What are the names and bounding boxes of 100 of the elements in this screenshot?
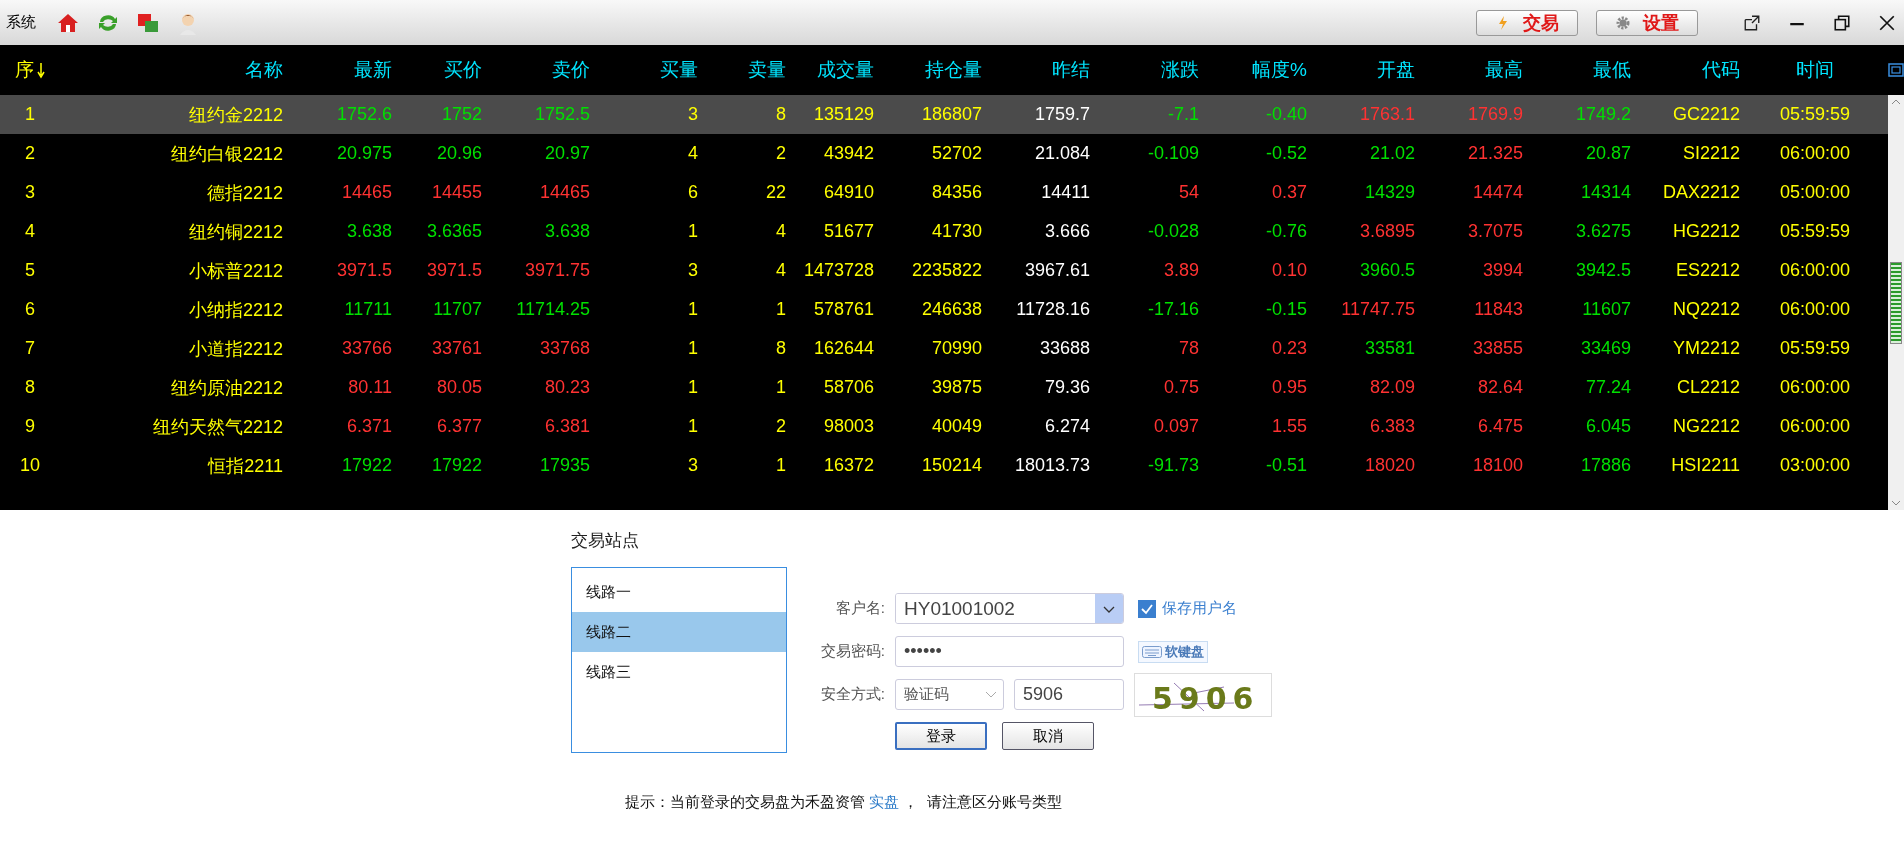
scroll-down-icon[interactable] [1891,500,1901,506]
table-cell: 0.95 [1271,377,1307,397]
table-cell: 1 [688,377,698,397]
quote-row[interactable]: 5 小标普2212 3971.5 3971.5 3971.75 3 4 1473728 2235822 3967.61 3.89 0.10 3960.5 3994 3942.5 ES2212 06:00:00 [0,251,1888,290]
table-cell: -0.40 [1265,104,1307,124]
route-item[interactable]: 线路二 [572,612,786,652]
table-cell: 3.7075 [1467,221,1523,241]
column-header[interactable]: 幅度% [1252,57,1307,83]
table-cell: 05:59:59 [1779,221,1851,241]
table-cell: 17922 [341,455,392,475]
column-header[interactable]: 涨跌 [1161,57,1199,83]
table-cell: 1 [688,338,698,358]
table-cell: 3971.75 [524,260,590,280]
table-cell: 20.96 [436,143,482,163]
trade-button[interactable]: 交易 [1476,9,1578,36]
table-cell: 1759.7 [1034,104,1090,124]
scroll-up-icon[interactable] [1891,99,1901,105]
table-cell: 11707 [433,299,482,319]
checkbox-label[interactable]: 保存用户名 [1162,599,1237,618]
column-header[interactable]: 序 [15,57,34,83]
table-cell: 05:59:59 [1779,104,1851,124]
close-icon[interactable] [1878,13,1896,32]
scrollbar[interactable] [1888,95,1904,510]
customer-name-field[interactable]: HY01001002 [895,593,1124,624]
scrollbar-thumb[interactable] [1890,261,1902,344]
table-cell: 1 [776,455,786,475]
column-header[interactable]: 最高 [1485,57,1523,83]
quote-row[interactable]: 4 纽约铜2212 3.638 3.6365 3.638 1 4 51677 41730 3.666 -0.028 -0.76 3.6895 3.7075 3.6275 HG2212 05:59:59 [0,212,1888,251]
table-cell: -0.15 [1265,299,1307,319]
table-cell: 德指2212 [206,182,283,203]
route-item[interactable]: 线路三 [572,652,786,692]
table-cell: 33688 [1039,338,1090,358]
table-cell: 162644 [813,338,874,358]
table-cell: 11711 [344,299,392,319]
table-cell: 2 [25,143,35,163]
column-settings-icon[interactable] [1888,63,1904,77]
table-cell: 14465 [539,182,590,202]
column-header[interactable]: 卖价 [552,57,590,83]
table-cell: 1473728 [803,260,874,280]
table-cell: 1 [776,299,786,319]
system-menu[interactable]: 系统 [6,13,36,32]
table-cell: 1749.2 [1575,104,1631,124]
restore-icon[interactable] [1833,13,1851,32]
column-header[interactable]: 买价 [444,57,482,83]
settings-button[interactable]: 设置 [1596,9,1698,36]
checkbox[interactable] [1138,599,1156,618]
quote-row[interactable]: 10 恒指2211 17922 17922 17935 3 1 16372 150214 18013.73 -91.73 -0.51 18020 18100 17886 HSI2211 03:00:00 [0,446,1888,485]
table-cell: 纽约白银2212 [170,143,283,164]
account-type-link[interactable]: 实盘 [869,793,900,810]
table-cell: 3.638 [346,221,392,241]
section-title: 交易站点 [571,530,640,552]
quote-row[interactable]: 9 纽约天然气2212 6.371 6.377 6.381 1 2 98003 40049 6.274 0.097 1.55 6.383 6.475 6.045 NG2212 06:00:00 [0,407,1888,446]
column-header[interactable]: 最新 [354,57,392,83]
popout-icon[interactable] [1743,13,1761,32]
captcha-image[interactable]: 5906 [1134,672,1272,717]
table-cell: 98003 [823,416,874,436]
table-cell: 3994 [1482,260,1523,280]
login-button[interactable]: 登录 [895,722,987,750]
table-cell: 1763.1 [1359,104,1415,124]
quote-row[interactable]: 3 德指2212 14465 14455 14465 6 22 64910 84356 14411 54 0.37 14329 14474 14314 DAX2212 05:00:00 [0,173,1888,212]
table-cell: 纽约铜2212 [188,221,283,242]
quote-row[interactable]: 1 纽约金2212 1752.6 1752 1752.5 3 8 135129 186807 1759.7 -7.1 -0.40 1763.1 1769.9 1749.2 GC2212 05:59:59 [0,95,1888,134]
column-header[interactable]: 买量 [660,57,698,83]
security-method-select[interactable]: 验证码 [895,679,1004,710]
table-cell: 6.274 [1044,416,1090,436]
cancel-button[interactable]: 取消 [1002,722,1094,750]
dropdown-icon[interactable] [1095,594,1123,623]
column-header[interactable]: 成交量 [817,57,874,83]
table-cell: -17.16 [1147,299,1199,319]
column-header[interactable]: 最低 [1593,57,1631,83]
table-cell: 纽约原油2212 [170,377,283,398]
table-cell: 58706 [823,377,874,397]
column-header[interactable]: 代码 [1702,57,1740,83]
table-cell: 20.975 [336,143,392,163]
quote-row[interactable]: 2 纽约白银2212 20.975 20.96 20.97 4 2 43942 52702 21.084 -0.109 -0.52 21.02 21.325 20.87 SI2212 06:00:00 [0,134,1888,173]
table-cell: 33469 [1580,338,1631,358]
quote-row[interactable]: 8 纽约原油2212 80.11 80.05 80.23 1 1 58706 39875 79.36 0.75 0.95 82.09 82.64 77.24 CL2212 06:00:00 [0,368,1888,407]
column-header[interactable]: 时间 [1796,57,1834,83]
password-field[interactable]: •••••• [895,636,1124,667]
table-cell: 2 [776,143,786,163]
field-label: 交易密码: [819,642,885,661]
column-header[interactable]: 昨结 [1052,57,1090,83]
table-cell: 52702 [931,143,982,163]
column-header[interactable]: 持仓量 [925,57,982,83]
table-cell: 39875 [931,377,982,397]
column-header[interactable]: 开盘 [1377,57,1415,83]
verification-code-field[interactable]: 5906 [1014,679,1124,710]
column-header[interactable]: 卖量 [748,57,786,83]
quote-row[interactable]: 6 小纳指2212 11711 11707 11714.25 1 1 578761 246638 11728.16 -17.16 -0.15 11747.75 11843 11607 NQ2212 06:00:00 [0,290,1888,329]
table-cell: 1.55 [1271,416,1307,436]
table-cell: 05:59:59 [1779,338,1851,358]
route-item[interactable]: 线路一 [572,572,786,612]
table-cell: 41730 [931,221,982,241]
table-cell: 18013.73 [1014,455,1090,475]
column-header[interactable]: 名称 [245,57,283,83]
soft-keyboard-button[interactable]: 软键盘 [1138,640,1208,663]
table-cell: 6.377 [436,416,482,436]
table-cell: 1752.5 [534,104,590,124]
table-cell: 21.02 [1369,143,1415,163]
quote-row[interactable]: 7 小道指2212 33766 33761 33768 1 8 162644 70990 33688 78 0.23 33581 33855 33469 YM2212 05:59:59 [0,329,1888,368]
